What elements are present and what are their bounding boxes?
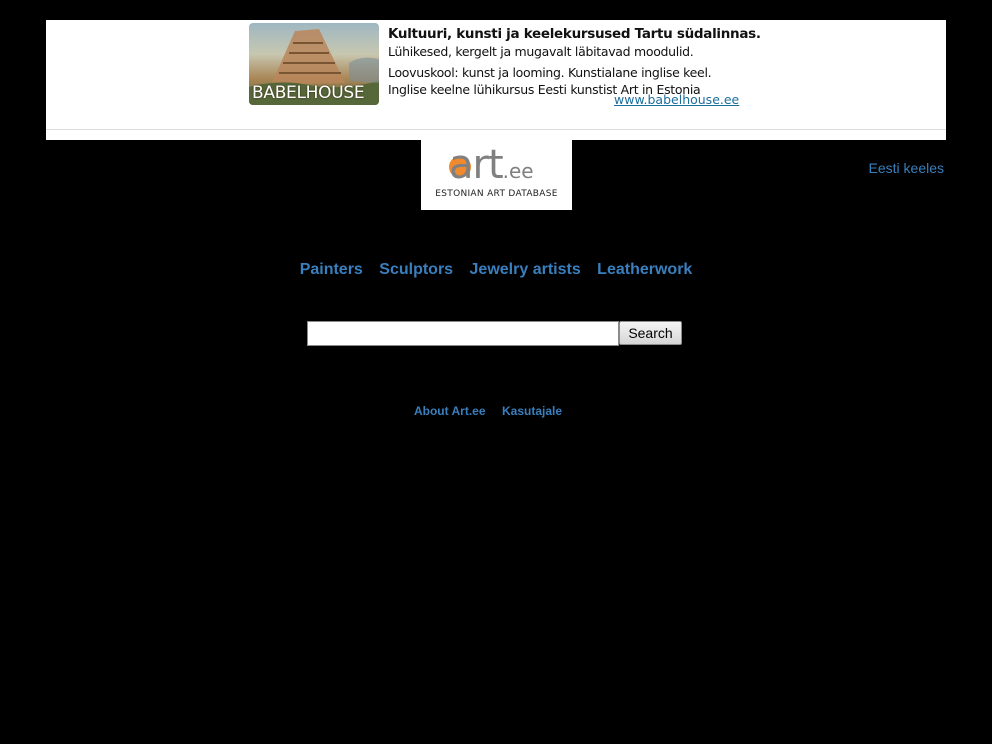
ad-line: Lühikesed, kergelt ja mugavalt läbitavad… [388, 44, 694, 59]
babelhouse-ad[interactable]: BABELHOUSE Kultuuri, kunsti ja keelekurs… [249, 23, 761, 108]
top-banner: BABELHOUSE Kultuuri, kunsti ja keelekurs… [46, 20, 946, 140]
art-ee-logo[interactable]: art.ee ESTONIAN ART DATABASE [421, 140, 572, 210]
search-form: Search [307, 321, 687, 349]
babelhouse-ad-image: BABELHOUSE [249, 23, 379, 105]
category-nav: Painters Sculptors Jewelry artists Leath… [0, 261, 992, 279]
logo-tagline: ESTONIAN ART DATABASE [435, 189, 558, 199]
kasutajale-link[interactable]: Kasutajale [502, 404, 562, 418]
nav-jewelry-artists[interactable]: Jewelry artists [470, 261, 581, 279]
ad-line: Loovuskool: kunst ja looming. Kunstialan… [388, 65, 712, 80]
babelhouse-image-label: BABELHOUSE [252, 83, 365, 103]
ad-url-link[interactable]: www.babelhouse.ee [614, 92, 739, 107]
search-button[interactable]: Search [619, 321, 682, 345]
ad-headline: Kultuuri, kunsti ja keelekursused Tartu … [388, 26, 761, 42]
banner-divider [46, 129, 946, 130]
language-switch-link[interactable]: Eesti keeles [869, 160, 944, 176]
ad-text: Kultuuri, kunsti ja keelekursused Tartu … [388, 25, 761, 98]
search-input[interactable] [307, 321, 619, 346]
logo-wordmark: art.ee [449, 143, 534, 193]
footer-nav: About Art.ee Kasutajale [0, 402, 976, 420]
nav-sculptors[interactable]: Sculptors [379, 261, 453, 279]
nav-leatherwork[interactable]: Leatherwork [597, 261, 692, 279]
nav-painters[interactable]: Painters [300, 261, 363, 279]
logo-suffix: .ee [502, 159, 534, 183]
about-link[interactable]: About Art.ee [414, 404, 486, 418]
logo-mark-text: art [449, 142, 504, 188]
